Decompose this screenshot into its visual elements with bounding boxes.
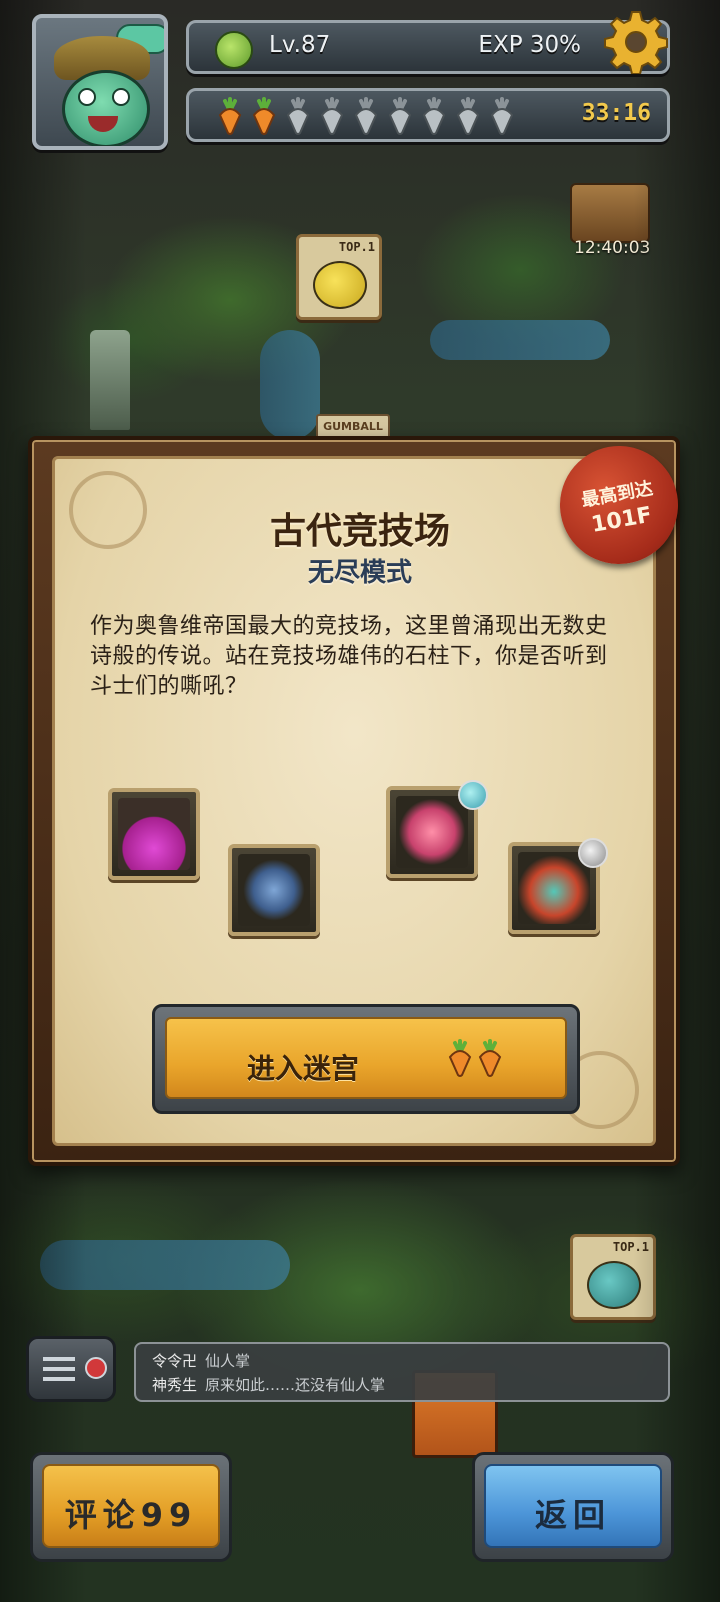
chat-user: 神秀生: [152, 1376, 198, 1394]
chat-lines-icon: [43, 1357, 75, 1383]
monster-face-icon: [313, 261, 367, 309]
monster-face-icon: [587, 1261, 641, 1309]
element-badge-icon: [578, 838, 608, 868]
map-river: [40, 1240, 290, 1290]
element-badge-icon: [458, 780, 488, 810]
chat-message: 神秀生 原来如此……还没有仙人掌: [152, 1373, 668, 1397]
stamina-carrots: [215, 97, 517, 135]
carrot-empty-icon: [354, 97, 378, 135]
back-button-face: 返回: [484, 1464, 662, 1548]
chat-preview[interactable]: 令令卍 仙人掌 神秀生 原来如此……还没有仙人掌: [134, 1342, 670, 1402]
crab-boss-icon: [396, 796, 468, 868]
enter-dungeon-button[interactable]: 进入迷宫: [152, 1004, 580, 1114]
enter-dungeon-label: 进入迷宫: [247, 1052, 360, 1085]
chat-text: 原来如此……还没有仙人掌: [205, 1376, 386, 1394]
chat-text: 仙人掌: [205, 1352, 251, 1370]
comment-button[interactable]: 评论99: [30, 1452, 232, 1562]
settings-gear-icon[interactable]: [604, 10, 668, 74]
dungeon-mode: 无尽模式: [307, 558, 412, 588]
rank-label: TOP.1: [612, 1240, 649, 1254]
carrot-full-icon: [252, 97, 276, 135]
harp-icon: [238, 854, 310, 926]
carrot-empty-icon: [388, 97, 412, 135]
carrot-full-icon: [218, 97, 242, 135]
warrior-boss-icon: [518, 852, 590, 924]
map-rank-badge-1[interactable]: TOP.1: [296, 234, 382, 320]
enter-button-face: 进入迷宫: [165, 1017, 567, 1099]
carrot-empty-icon: [422, 97, 446, 135]
enter-cost: [445, 1039, 505, 1077]
map-river: [260, 330, 320, 440]
stamina-bar: 33:16: [186, 88, 670, 142]
carrot-empty-icon: [286, 97, 310, 135]
eye-icon: [112, 88, 130, 106]
comment-button-face: 评论99: [42, 1464, 220, 1548]
chat-user: 令令卍: [152, 1352, 198, 1370]
carrot-cost-icon: [448, 1039, 472, 1077]
stamina-timer: 33:16: [581, 100, 651, 126]
chest-timer: 12:40:03: [574, 238, 651, 258]
exp-label: EXP 30%: [478, 32, 581, 58]
carrot-empty-icon: [320, 97, 344, 135]
dungeon-description: 作为奥鲁维帝国最大的竞技场，这里曾涌现出无数史诗般的传说。站在竞技场雄伟的石柱下…: [90, 614, 608, 699]
reward-slot[interactable]: [108, 788, 200, 880]
chat-button[interactable]: [26, 1336, 116, 1402]
eye-icon: [78, 88, 96, 106]
back-label: 返回: [534, 1496, 611, 1534]
carrot-cost-icon: [478, 1039, 502, 1077]
carrot-empty-icon: [490, 97, 514, 135]
frog-hero-icon: [62, 70, 150, 146]
potion-icon: [118, 798, 190, 870]
level-label: Lv.87: [269, 32, 331, 58]
record-dot-icon: [85, 1357, 107, 1379]
carrot-empty-icon: [456, 97, 480, 135]
map-tower[interactable]: [90, 330, 130, 430]
back-button[interactable]: 返回: [472, 1452, 674, 1562]
map-river: [430, 320, 610, 360]
rank-label: TOP.1: [338, 240, 375, 254]
chat-message: 令令卍 仙人掌: [152, 1349, 668, 1373]
map-rank-badge-2[interactable]: TOP.1: [570, 1234, 656, 1320]
dungeon-title: 古代竞技场: [269, 511, 450, 552]
level-bar: Lv.87 EXP 30%: [186, 20, 670, 74]
player-avatar[interactable]: [32, 14, 168, 150]
reward-slot[interactable]: [228, 844, 320, 936]
comment-label: 评论99: [64, 1496, 198, 1534]
treasure-chest-icon[interactable]: [570, 183, 650, 243]
tree-icon: [215, 31, 253, 69]
